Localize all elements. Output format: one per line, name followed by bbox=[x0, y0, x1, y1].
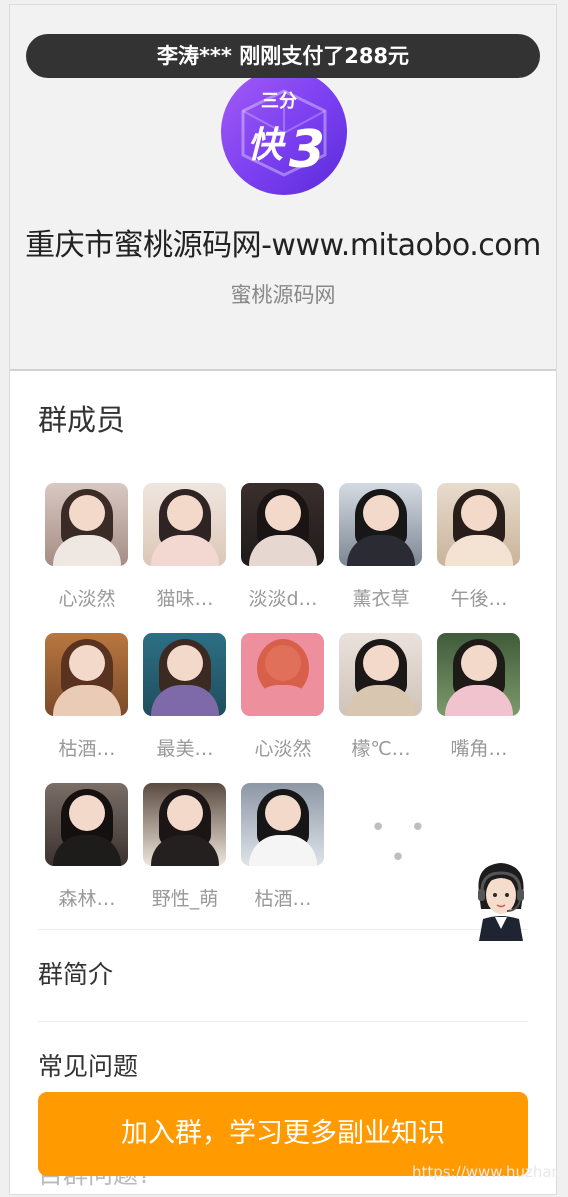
headset-agent-icon bbox=[478, 863, 524, 941]
member-item[interactable]: 森林… bbox=[39, 783, 129, 923]
member-name: 淡淡d… bbox=[248, 588, 318, 610]
more-members-button[interactable]: • • • bbox=[357, 813, 447, 873]
member-avatar bbox=[241, 783, 324, 866]
member-item[interactable]: 午後… bbox=[431, 483, 521, 623]
member-item[interactable]: 最美… bbox=[137, 633, 227, 773]
member-item[interactable]: 心淡然 bbox=[235, 633, 325, 773]
member-item[interactable]: 淡淡d… bbox=[235, 483, 325, 623]
member-avatar bbox=[45, 633, 128, 716]
shop-subtitle: 蜜桃源码网 bbox=[230, 283, 336, 307]
shop-logo: 三分 快 3 bbox=[221, 69, 347, 195]
member-avatar bbox=[45, 483, 128, 566]
divider bbox=[38, 1021, 528, 1022]
member-name: 薰衣草 bbox=[352, 588, 410, 610]
member-item[interactable]: 嘴角… bbox=[431, 633, 521, 773]
member-name: 檬℃… bbox=[351, 738, 411, 760]
member-item[interactable]: 檬℃… bbox=[333, 633, 423, 773]
member-name: 心淡然 bbox=[254, 738, 312, 760]
shop-header: 三分 快 3 李涛*** 刚刚支付了288元 重庆市蜜桃源码网-www.mita… bbox=[10, 5, 556, 371]
member-avatar bbox=[339, 633, 422, 716]
svg-text:快: 快 bbox=[247, 125, 286, 166]
member-name: 枯酒… bbox=[58, 738, 116, 760]
group-intro-row[interactable]: 群简介 bbox=[38, 955, 113, 991]
member-avatar bbox=[143, 483, 226, 566]
svg-text:三分: 三分 bbox=[261, 91, 297, 112]
member-name: 猫味… bbox=[156, 588, 214, 610]
member-name: 最美… bbox=[156, 738, 214, 760]
faq-row[interactable]: 常见问题 bbox=[38, 1047, 138, 1083]
logo-mark-icon: 三分 快 3 bbox=[241, 89, 327, 180]
member-avatar bbox=[437, 633, 520, 716]
member-name: 枯酒… bbox=[254, 888, 312, 910]
member-item[interactable]: 薰衣草 bbox=[333, 483, 423, 623]
member-name: 午後… bbox=[450, 588, 508, 610]
member-avatar bbox=[339, 483, 422, 566]
member-name: 森林… bbox=[58, 888, 116, 910]
member-item[interactable]: 枯酒… bbox=[235, 783, 325, 923]
member-name: 心淡然 bbox=[58, 588, 116, 610]
member-avatar bbox=[143, 633, 226, 716]
member-item[interactable]: 枯酒… bbox=[39, 633, 129, 773]
member-avatar bbox=[241, 483, 324, 566]
payment-ticker: 李涛*** 刚刚支付了288元 bbox=[26, 34, 540, 78]
page-frame: 三分 快 3 李涛*** 刚刚支付了288元 重庆市蜜桃源码网-www.mita… bbox=[9, 4, 557, 1195]
member-avatar bbox=[437, 483, 520, 566]
member-name: 野性_萌 bbox=[151, 888, 219, 910]
member-avatar bbox=[45, 783, 128, 866]
member-item[interactable]: 猫味… bbox=[137, 483, 227, 623]
member-item[interactable]: 野性_萌 bbox=[137, 783, 227, 923]
member-name: 嘴角… bbox=[450, 738, 508, 760]
member-avatar bbox=[143, 783, 226, 866]
shop-title: 重庆市蜜桃源码网-www.mitaobo.com bbox=[25, 228, 541, 263]
svg-text:3: 3 bbox=[289, 120, 325, 180]
member-item[interactable]: 心淡然 bbox=[39, 483, 129, 623]
customer-service-avatar[interactable] bbox=[469, 857, 533, 941]
watermark: https://www.huzhan.com bbox=[412, 1163, 556, 1181]
divider bbox=[38, 929, 528, 930]
members-title: 群成员 bbox=[38, 403, 126, 437]
member-avatar bbox=[241, 633, 324, 716]
